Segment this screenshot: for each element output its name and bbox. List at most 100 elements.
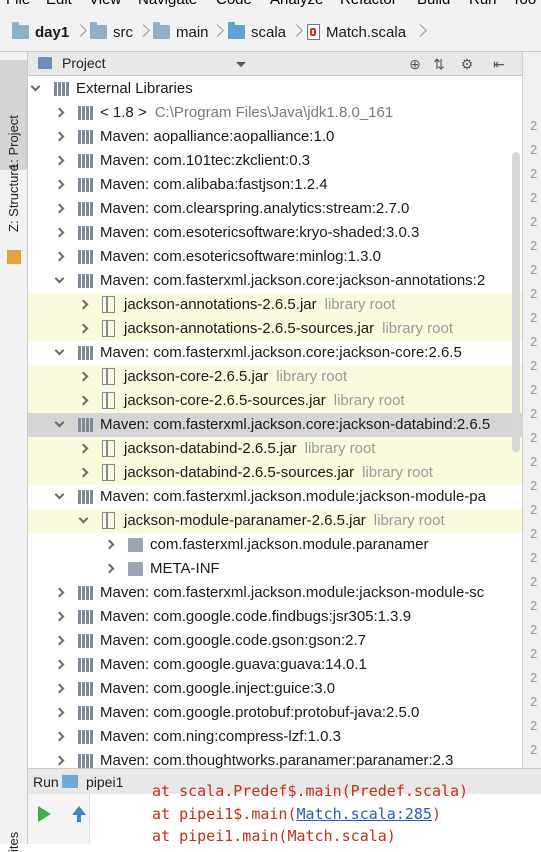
library-icon: [78, 250, 93, 264]
view-dropdown-icon[interactable]: [236, 62, 246, 67]
chevron-right-icon[interactable]: [54, 755, 65, 766]
chevron-right-icon[interactable]: [54, 251, 65, 262]
tree-row[interactable]: jackson-databind-2.6.5-sources.jar librar…: [28, 461, 522, 485]
menu-item[interactable]: Run: [469, 0, 497, 8]
breadcrumb-item-scala[interactable]: scala: [228, 20, 286, 44]
chevron-right-icon[interactable]: [54, 179, 65, 190]
tree-row[interactable]: Maven: com.fasterxml.jackson.core:jackso…: [28, 413, 522, 437]
folder-icon: [153, 22, 170, 39]
menu-item[interactable]: Build: [417, 0, 450, 8]
menu-item[interactable]: Refactor: [340, 0, 397, 8]
run-config-tab[interactable]: pipei1: [86, 774, 123, 790]
chevron-right-icon[interactable]: [54, 587, 65, 598]
tab-favorites-label: ites: [6, 831, 21, 852]
menu-item[interactable]: View: [89, 0, 121, 8]
chevron-right-icon[interactable]: [54, 611, 65, 622]
breadcrumb-item-main[interactable]: main: [153, 20, 209, 44]
chevron-right-icon[interactable]: [54, 659, 65, 670]
tree-row[interactable]: Maven: aopalliance:aopalliance:1.0: [28, 125, 522, 149]
tree-scrollbar[interactable]: [512, 152, 520, 452]
tree-row[interactable]: Maven: com.thoughtworks.paranamer:parana…: [28, 749, 522, 768]
chevron-right-icon: [74, 24, 87, 37]
rerun-icon[interactable]: [38, 806, 51, 822]
tree-row-text: Maven: com.fasterxml.jackson.module:jack…: [100, 488, 486, 505]
breadcrumb-item-file[interactable]: Match.scala: [307, 20, 406, 44]
stack-frame-text: at scala.Predef$.main(Predef.scala): [152, 782, 469, 800]
tree-row[interactable]: jackson-annotations-2.6.5.jar library roo…: [28, 293, 522, 317]
chevron-right-icon[interactable]: [54, 635, 65, 646]
chevron-down-icon[interactable]: [78, 513, 89, 524]
settings-gear-icon[interactable]: ⚙: [458, 55, 476, 73]
chevron-right-icon[interactable]: [78, 371, 89, 382]
tree-row[interactable]: Maven: com.ning:compress-lzf:1.0.3: [28, 725, 522, 749]
tab-favorites[interactable]: ites: [0, 822, 27, 852]
tree-row[interactable]: META-INF: [28, 557, 522, 581]
tree-row[interactable]: jackson-databind-2.6.5.jar library root: [28, 437, 522, 461]
menu-item[interactable]: File: [6, 0, 30, 8]
menu-item[interactable]: Navigate: [138, 0, 197, 8]
line-number: 2: [530, 742, 538, 757]
breadcrumb-item-src[interactable]: src: [90, 20, 133, 44]
chevron-right-icon[interactable]: [54, 155, 65, 166]
menu-item[interactable]: Too: [512, 0, 536, 8]
line-number: 2: [530, 718, 538, 733]
menu-item[interactable]: Code: [216, 0, 252, 8]
chevron-down-icon[interactable]: [54, 273, 65, 284]
tree-row-label: Maven: com.google.guava:guava:14.0.1: [100, 656, 367, 673]
tree-row[interactable]: Maven: com.101tec:zkclient:0.3: [28, 149, 522, 173]
hide-panel-icon[interactable]: ⇤: [490, 55, 508, 73]
chevron-right-icon[interactable]: [104, 539, 115, 550]
tree-row[interactable]: jackson-core-2.6.5.jar library root: [28, 365, 522, 389]
tree-row[interactable]: com.fasterxml.jackson.module.paranamer: [28, 533, 522, 557]
tree-row[interactable]: Maven: com.google.guava:guava:14.0.1: [28, 653, 522, 677]
scala-file-icon: [307, 24, 320, 40]
tree-row[interactable]: Maven: com.google.protobuf:protobuf-java…: [28, 701, 522, 725]
tree-row[interactable]: Maven: com.google.code.findbugs:jsr305:1…: [28, 605, 522, 629]
chevron-right-icon[interactable]: [78, 323, 89, 334]
collapse-all-icon[interactable]: ⇅: [430, 55, 448, 73]
tree-row[interactable]: Maven: com.clearspring.analytics:stream:…: [28, 197, 522, 221]
tree-row[interactable]: Maven: com.fasterxml.jackson.core:jackso…: [28, 269, 522, 293]
chevron-right-icon[interactable]: [54, 683, 65, 694]
source-link[interactable]: Match.scala:285: [297, 805, 432, 823]
tree-row[interactable]: Maven: com.esotericsoftware:minlog:1.3.0: [28, 245, 522, 269]
tree-row[interactable]: Maven: com.alibaba:fastjson:1.2.4: [28, 173, 522, 197]
tab-project[interactable]: 1: Project: [0, 60, 27, 170]
tab-structure[interactable]: Z: Structure: [0, 164, 27, 232]
scroll-up-icon[interactable]: [72, 806, 86, 822]
tree-row[interactable]: Maven: com.fasterxml.jackson.module:jack…: [28, 581, 522, 605]
chevron-right-icon[interactable]: [54, 707, 65, 718]
tree-row[interactable]: Maven: com.google.code.gson:gson:2.7: [28, 629, 522, 653]
chevron-right-icon[interactable]: [78, 395, 89, 406]
tree-row[interactable]: < 1.8 > C:\Program Files\Java\jdk1.8.0_16…: [28, 101, 522, 125]
tree-row[interactable]: jackson-core-2.6.5-sources.jar library ro…: [28, 389, 522, 413]
tree-row[interactable]: jackson-annotations-2.6.5-sources.jar lib…: [28, 317, 522, 341]
chevron-down-icon[interactable]: [30, 81, 41, 92]
chevron-right-icon[interactable]: [78, 299, 89, 310]
breadcrumb-item-project[interactable]: day1: [12, 20, 69, 44]
tree-row[interactable]: Maven: com.esotericsoftware:kryo-shaded:…: [28, 221, 522, 245]
chevron-right-icon[interactable]: [54, 107, 65, 118]
chevron-down-icon[interactable]: [54, 345, 65, 356]
tree-row[interactable]: External Libraries: [28, 77, 522, 101]
chevron-down-icon[interactable]: [54, 489, 65, 500]
chevron-down-icon[interactable]: [54, 417, 65, 428]
tree-row-text: jackson-databind-2.6.5-sources.jar: [124, 464, 355, 481]
tree-row[interactable]: Maven: com.fasterxml.jackson.module:jack…: [28, 485, 522, 509]
chevron-right-icon[interactable]: [104, 563, 115, 574]
tree-row[interactable]: Maven: com.fasterxml.jackson.core:jackso…: [28, 341, 522, 365]
menu-item[interactable]: Edit: [46, 0, 72, 8]
chevron-right-icon[interactable]: [54, 227, 65, 238]
chevron-right-icon[interactable]: [78, 467, 89, 478]
tree-row[interactable]: jackson-module-paranamer-2.6.5.jar librar…: [28, 509, 522, 533]
locate-icon[interactable]: ⊕: [406, 55, 424, 73]
chevron-right-icon[interactable]: [78, 443, 89, 454]
library-icon: [78, 754, 93, 768]
tree-row[interactable]: Maven: com.google.inject:guice:3.0: [28, 677, 522, 701]
chevron-right-icon[interactable]: [54, 731, 65, 742]
chevron-right-icon[interactable]: [54, 131, 65, 142]
line-number: 2: [530, 238, 538, 253]
tree-row-text: Maven: com.google.inject:guice:3.0: [100, 680, 336, 697]
chevron-right-icon[interactable]: [54, 203, 65, 214]
menu-item[interactable]: Analyze: [270, 0, 323, 8]
